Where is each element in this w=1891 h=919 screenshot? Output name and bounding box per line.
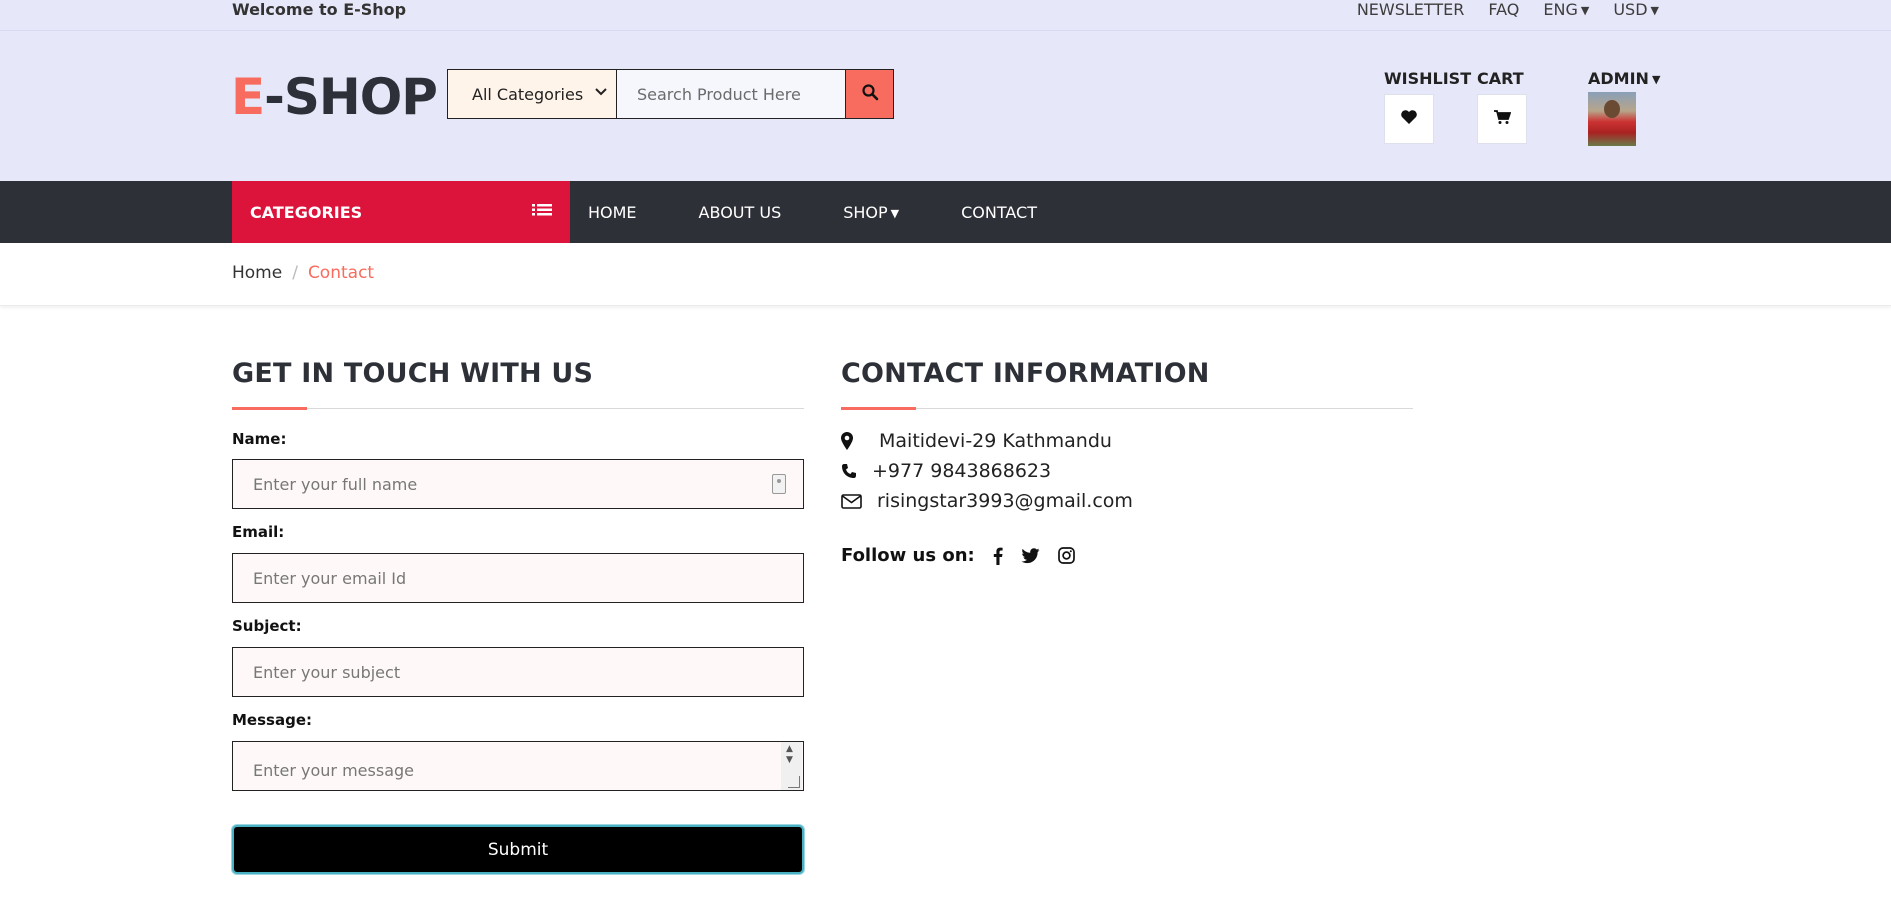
caret-down-icon: ▼ [1650, 4, 1659, 17]
cart-icon [1493, 109, 1512, 129]
breadcrumb-current: Contact [307, 263, 375, 283]
email-text: risingstar3993@gmail.com [877, 490, 1133, 512]
admin-label: ADMIN [1588, 69, 1649, 88]
newsletter-link[interactable]: NEWSLETTER [1357, 0, 1465, 21]
breadcrumb: Home / Contact [232, 263, 374, 283]
contact-info-title: CONTACT INFORMATION [841, 358, 1210, 389]
caret-down-icon: ▼ [1651, 73, 1661, 86]
resize-handle-icon[interactable] [788, 776, 800, 788]
subject-label: Subject: [232, 617, 302, 635]
phone-text: +977 9843868623 [872, 460, 1052, 482]
instagram-icon[interactable] [1057, 547, 1075, 564]
address-text: Maitidevi-29 Kathmandu [879, 430, 1112, 452]
list-icon [532, 203, 552, 223]
breadcrumb-separator: / [292, 263, 298, 283]
wishlist-button[interactable] [1384, 94, 1434, 144]
twitter-icon[interactable] [1021, 547, 1040, 564]
map-marker-icon [841, 432, 879, 450]
top-bar: Welcome to E-Shop NEWSLETTER FAQ ENG ▼ US… [0, 0, 1891, 31]
logo-e: E [231, 68, 265, 126]
name-label: Name: [232, 430, 287, 448]
chevron-down-icon [594, 84, 608, 102]
email-field[interactable] [232, 553, 804, 603]
top-links: NEWSLETTER FAQ ENG ▼ USD ▼ [1357, 0, 1659, 21]
email-line: risingstar3993@gmail.com [841, 490, 1133, 512]
social-follow: Follow us on: [841, 545, 1075, 566]
currency-label: USD [1613, 0, 1648, 19]
site-logo[interactable]: E-SHOP [231, 67, 438, 127]
email-label: Email: [232, 523, 285, 541]
caret-down-icon: ▼ [890, 206, 900, 220]
nav-home[interactable]: HOME [588, 203, 637, 222]
nav-shop[interactable]: SHOP ▼ [843, 203, 899, 222]
heart-icon [1400, 109, 1418, 129]
breadcrumb-bar: Home / Contact [0, 243, 1891, 306]
site-header: E-SHOP All Categories WISHLIST CART [0, 31, 1891, 181]
message-scrollbar[interactable]: ▲ ▼ [781, 742, 802, 790]
message-field[interactable] [232, 741, 804, 791]
search-icon [861, 83, 879, 105]
categories-label: CATEGORIES [250, 202, 363, 222]
nav-about-us[interactable]: ABOUT US [699, 203, 782, 222]
avatar-face [1604, 100, 1620, 118]
facebook-icon[interactable] [993, 547, 1003, 565]
scroll-up-icon[interactable]: ▲ [786, 744, 793, 754]
follow-label: Follow us on: [841, 545, 975, 566]
envelope-icon [841, 493, 877, 509]
wishlist: WISHLIST [1384, 69, 1471, 144]
message-label: Message: [232, 711, 312, 729]
scroll-down-icon[interactable]: ▼ [786, 755, 793, 765]
title-accent [841, 407, 916, 410]
search-input[interactable] [617, 69, 846, 119]
contact-form-title: GET IN TOUCH WITH US [232, 358, 594, 389]
caret-down-icon: ▼ [1580, 4, 1590, 17]
submit-button[interactable]: Submit [232, 825, 804, 874]
search-bar: All Categories [447, 69, 894, 119]
cart: CART [1477, 69, 1527, 144]
logo-rest: -SHOP [264, 68, 438, 126]
phone-icon [841, 463, 872, 479]
avatar[interactable] [1588, 92, 1636, 146]
wishlist-label: WISHLIST [1384, 69, 1472, 88]
language-label: ENG [1543, 0, 1578, 19]
category-select[interactable]: All Categories [447, 69, 617, 119]
currency-dropdown[interactable]: USD ▼ [1613, 0, 1659, 21]
address-line: Maitidevi-29 Kathmandu [841, 430, 1112, 452]
category-select-value: All Categories [472, 84, 584, 104]
categories-button[interactable]: CATEGORIES [232, 181, 570, 243]
cart-button[interactable] [1477, 94, 1527, 144]
phone-line: +977 9843868623 [841, 460, 1051, 482]
search-button[interactable] [846, 69, 894, 119]
breadcrumb-home[interactable]: Home [232, 263, 282, 283]
nav-links: HOME ABOUT US SHOP ▼ CONTACT [588, 181, 1037, 243]
name-field[interactable] [232, 459, 804, 509]
admin-menu[interactable]: ADMIN ▼ [1588, 69, 1660, 146]
language-dropdown[interactable]: ENG ▼ [1543, 0, 1589, 21]
contact-info-title-rule [841, 407, 1413, 410]
contact-form-title-rule [232, 407, 804, 410]
cart-label: CART [1477, 69, 1524, 88]
faq-link[interactable]: FAQ [1488, 0, 1519, 21]
nav-shop-label: SHOP [843, 202, 888, 222]
main-navbar: CATEGORIES HOME ABOUT US SHOP ▼ CONTACT [0, 181, 1891, 243]
welcome-text: Welcome to E-Shop [232, 0, 407, 19]
nav-contact[interactable]: CONTACT [961, 203, 1037, 222]
title-accent [232, 407, 307, 410]
contact-card-icon [772, 474, 786, 494]
subject-field[interactable] [232, 647, 804, 697]
